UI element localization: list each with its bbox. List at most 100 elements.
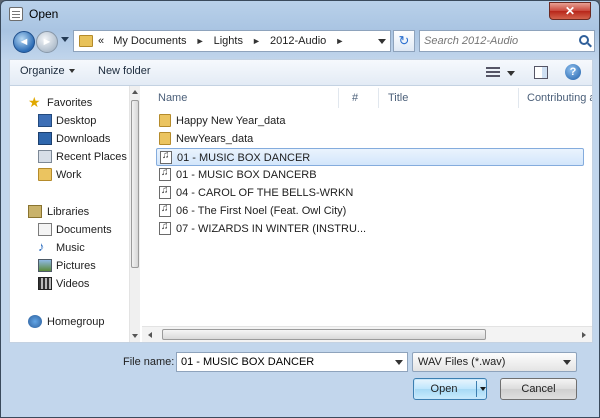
forward-button[interactable]: ► [36,31,58,53]
recent-places-icon [38,150,52,163]
preview-pane-icon[interactable] [534,66,548,79]
file-name: 04 - CAROL OF THE BELLS-WRKN [176,187,354,199]
scrollbar-thumb[interactable] [162,329,486,340]
folder-icon [79,35,93,47]
audio-file-icon [159,167,171,181]
file-row[interactable]: Happy New Year_data [156,112,584,130]
sidebar-item-favorites[interactable]: ★ Favorites [10,94,130,112]
sidebar-item-pictures[interactable]: Pictures [10,257,130,275]
file-list-scrollbar[interactable] [142,326,592,342]
sidebar-scrollbar[interactable] [129,86,140,342]
sidebar-item-videos[interactable]: Videos [10,275,130,293]
scroll-down-icon[interactable] [132,334,138,338]
column-divider[interactable] [378,88,379,108]
refresh-button[interactable]: ↻ [393,30,415,52]
address-history-dropdown-icon[interactable] [378,39,386,44]
column-header-name[interactable]: Name [158,86,187,110]
sidebar-item-label: Desktop [56,115,97,127]
file-row[interactable]: 01 - MUSIC BOX DANCERB [156,166,584,184]
scroll-left-icon[interactable] [148,332,152,338]
audio-file-icon [159,203,171,217]
documents-icon [38,223,52,236]
sidebar-item-label: Homegroup [47,316,105,328]
file-name: NewYears_data [176,133,254,145]
file-name-input[interactable] [181,355,381,369]
organize-button[interactable]: Organize [20,65,75,77]
audio-file-icon [159,221,171,235]
back-button[interactable]: ◄ [13,31,35,53]
dialog-footer: File name: WAV Files (*.wav) Open Cancel [9,343,593,413]
pictures-icon [38,259,52,272]
chevron-down-icon[interactable] [395,360,403,365]
file-name-combobox[interactable] [176,352,408,372]
sidebar-item-libraries[interactable]: Libraries [10,203,130,221]
column-header-title[interactable]: Title [388,86,408,110]
chevron-down-icon [68,69,75,74]
breadcrumb-my-documents[interactable]: My Documents [113,35,186,47]
sidebar-item-homegroup[interactable]: Homegroup [10,313,130,331]
change-view-icon[interactable] [486,67,500,79]
sidebar-item-music[interactable]: ♪ Music [10,239,130,257]
new-folder-button[interactable]: New folder [98,65,151,77]
open-button-label: Open [430,383,458,395]
command-bar: Organize New folder ? [9,59,593,85]
organize-label: Organize [20,65,65,77]
file-row-selected[interactable]: 01 - MUSIC BOX DANCER [156,148,584,166]
navigation-bar: ◄ ► « My Documents ► Lights ► 2012-Audio… [9,29,595,55]
column-divider[interactable] [338,88,339,108]
recent-pages-dropdown[interactable] [61,37,69,42]
navigation-pane: ★ Favorites Desktop Downloads Recent Pla… [10,86,140,342]
close-button[interactable]: ✕ [549,2,591,20]
scrollbar-thumb[interactable] [131,100,139,268]
breadcrumb-2012-audio[interactable]: 2012-Audio [270,35,326,47]
sidebar-item-downloads[interactable]: Downloads [10,130,130,148]
file-row[interactable]: 06 - The First Noel (Feat. Owl City) [156,202,584,220]
dialog-icon [9,7,23,21]
view-options-dropdown-icon[interactable] [507,71,515,76]
cancel-button[interactable]: Cancel [500,378,577,400]
breadcrumb-lights[interactable]: Lights [214,35,243,47]
title-bar: Open ✕ [1,1,599,27]
file-type-select[interactable]: WAV Files (*.wav) [412,352,577,372]
open-button[interactable]: Open [413,378,487,400]
sidebar-item-label: Recent Places [56,151,127,163]
sidebar-item-label: Videos [56,278,90,290]
search-input[interactable] [424,34,574,48]
column-header-track-number[interactable]: # [352,86,358,110]
sidebar-item-label: Downloads [56,133,111,145]
file-name: 06 - The First Noel (Feat. Owl City) [176,205,347,217]
sidebar-item-label: Work [56,169,82,181]
breadcrumb-separator-icon[interactable]: ► [252,36,261,46]
browser-area: ★ Favorites Desktop Downloads Recent Pla… [9,85,593,343]
breadcrumb-separator-icon[interactable]: ► [335,36,344,46]
breadcrumb: « My Documents ► Lights ► 2012-Audio ► [98,35,350,47]
sidebar-item-label: Music [56,242,85,254]
scroll-right-icon[interactable] [582,332,586,338]
folder-icon [38,168,52,181]
sidebar-item-label: Pictures [56,260,96,272]
search-icon[interactable] [579,35,589,45]
address-bar[interactable]: « My Documents ► Lights ► 2012-Audio ► [73,30,391,52]
videos-icon [38,277,52,290]
breadcrumb-separator-icon[interactable]: ► [196,36,205,46]
audio-file-icon [159,185,171,199]
sidebar-item-recent-places[interactable]: Recent Places [10,148,130,166]
open-options-dropdown-icon[interactable] [480,387,486,391]
column-divider[interactable] [518,88,519,108]
scroll-up-icon[interactable] [132,90,138,94]
breadcrumb-overflow[interactable]: « [98,35,104,47]
help-icon[interactable]: ? [565,64,581,80]
file-row[interactable]: 04 - CAROL OF THE BELLS-WRKN [156,184,584,202]
column-header-contributing-artists[interactable]: Contributing a [527,86,592,110]
file-row[interactable]: 07 - WIZARDS IN WINTER (INSTRU... [156,220,584,238]
split-divider [476,381,477,397]
desktop-icon [38,114,52,127]
file-row[interactable]: NewYears_data [156,130,584,148]
music-icon: ♪ [38,239,45,254]
sidebar-item-work[interactable]: Work [10,166,130,184]
sidebar-item-documents[interactable]: Documents [10,221,130,239]
search-box[interactable] [419,30,595,52]
open-dialog: Open ✕ ◄ ► « My Documents ► Lights ► 201… [0,0,600,418]
star-icon: ★ [28,94,41,110]
sidebar-item-desktop[interactable]: Desktop [10,112,130,130]
